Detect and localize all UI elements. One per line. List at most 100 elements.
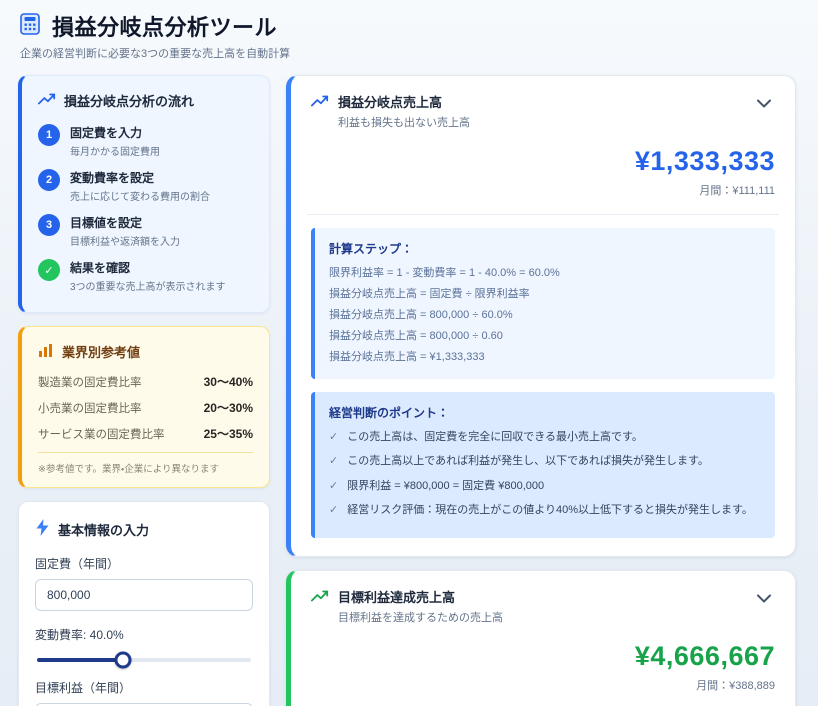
slider-thumb[interactable]	[114, 652, 131, 669]
management-point-text: この売上高以上であれば利益が発生し、以下であれば損失が発生します。	[347, 454, 709, 469]
step-label: 変動費率を設定	[70, 169, 210, 186]
target-profit-value: ¥4,666,667	[311, 641, 775, 672]
industry-row: 小売業の固定費比率 20〜30%	[38, 399, 253, 416]
industry-row-label: サービス業の固定費比率	[38, 426, 165, 442]
analysis-flow-panel: 損益分岐点分析の流れ 1 固定費を入力 毎月かかる固定費用 2 変動費率を設定 …	[18, 75, 270, 313]
flow-steps: 1 固定費を入力 毎月かかる固定費用 2 変動費率を設定 売上に応じて変わる費用…	[38, 124, 253, 293]
step-label: 固定費を入力	[70, 124, 160, 141]
chevron-down-icon	[757, 591, 771, 606]
step-description: 売上に応じて変わる費用の割合	[70, 188, 210, 203]
step-label: 目標値を設定	[70, 214, 180, 231]
flow-panel-title: 損益分岐点分析の流れ	[64, 91, 194, 110]
calc-step-line: 損益分岐点売上高 = 800,000 ÷ 60.0%	[329, 306, 761, 322]
industry-row: 製造業の固定費比率 30〜40%	[38, 373, 253, 390]
flow-step: 2 変動費率を設定 売上に応じて変わる費用の割合	[38, 169, 253, 203]
page-subtitle: 企業の経営判断に必要な3つの重要な売上高を自動計算	[20, 45, 796, 61]
variable-rate-field-group: 変動費率: 40.0%	[35, 626, 253, 662]
check-icon: ✓	[329, 454, 338, 469]
check-icon: ✓	[329, 430, 338, 445]
form-panel-title: 基本情報の入力	[58, 520, 149, 539]
step-number-badge: 3	[38, 214, 60, 236]
trend-up-icon	[311, 92, 329, 130]
fixed-cost-label: 固定費（年間）	[35, 555, 253, 572]
management-points-title: 経営判断のポイント：	[329, 404, 761, 421]
bar-chart-icon	[38, 343, 54, 361]
break-even-card-title: 損益分岐点売上高	[338, 92, 470, 111]
flow-step: 1 固定費を入力 毎月かかる固定費用	[38, 124, 253, 158]
industry-row-label: 小売業の固定費比率	[38, 400, 142, 416]
step-text: 変動費率を設定 売上に応じて変わる費用の割合	[70, 169, 210, 203]
check-icon: ✓	[329, 503, 338, 518]
calc-step-line: 限界利益率 = 1 - 変動費率 = 1 - 40.0% = 60.0%	[329, 264, 761, 280]
variable-rate-label: 変動費率: 40.0%	[35, 626, 253, 643]
calc-step-line: 損益分岐点売上高 = 800,000 ÷ 0.60	[329, 327, 761, 343]
chevron-down-icon	[757, 96, 771, 111]
calc-step-line: 損益分岐点売上高 = ¥1,333,333	[329, 348, 761, 364]
break-even-card-subtitle: 利益も損失も出ない売上高	[338, 114, 470, 130]
calc-step-line: 損益分岐点売上高 = 固定費 ÷ 限界利益率	[329, 285, 761, 301]
management-point-item: ✓ 経営リスク評価：現在の売上がこの値より40%以上低下すると損失が発生します。	[329, 503, 761, 518]
flow-panel-header: 損益分岐点分析の流れ	[38, 91, 253, 110]
calc-steps-title: 計算ステップ：	[329, 240, 761, 257]
trend-up-icon	[311, 587, 329, 625]
divider	[307, 214, 779, 215]
basic-info-form-panel: 基本情報の入力 固定費（年間） 変動費率: 40.0%	[18, 501, 270, 706]
step-number-badge: 2	[38, 169, 60, 191]
break-even-card: 損益分岐点売上高 利益も損失も出ない売上高 ¥1,333,333 月間：¥111…	[286, 75, 796, 557]
step-description: 3つの重要な売上高が表示されます	[70, 278, 226, 293]
industry-rows: 製造業の固定費比率 30〜40% 小売業の固定費比率 20〜30% サービス業の…	[38, 373, 253, 442]
calculator-icon	[18, 12, 42, 41]
check-icon: ✓	[329, 479, 338, 494]
step-description: 毎月かかる固定費用	[70, 143, 160, 158]
industry-row-value: 30〜40%	[204, 373, 253, 390]
calc-steps-list: 限界利益率 = 1 - 変動費率 = 1 - 40.0% = 60.0% 損益分岐…	[329, 264, 761, 364]
target-profit-card-subtitle: 目標利益を達成するための売上高	[338, 609, 503, 625]
industry-panel-title: 業界別参考値	[62, 342, 140, 361]
left-sidebar: 損益分岐点分析の流れ 1 固定費を入力 毎月かかる固定費用 2 変動費率を設定 …	[18, 75, 270, 706]
break-even-monthly-value: 月間：¥111,111	[311, 182, 775, 198]
break-even-collapse-button[interactable]	[753, 92, 775, 115]
management-point-item: ✓ この売上高以上であれば利益が発生し、以下であれば損失が発生します。	[329, 454, 761, 469]
step-label: 結果を確認	[70, 259, 226, 276]
management-point-item: ✓ この売上高は、固定費を完全に回収できる最小売上高です。	[329, 430, 761, 445]
bolt-icon	[35, 519, 50, 539]
results-column: 損益分岐点売上高 利益も損失も出ない売上高 ¥1,333,333 月間：¥111…	[286, 75, 796, 706]
target-profit-card-title: 目標利益達成売上高	[338, 587, 503, 606]
management-point-text: この売上高は、固定費を完全に回収できる最小売上高です。	[347, 430, 643, 445]
break-even-value: ¥1,333,333	[311, 146, 775, 177]
flow-step: ✓ 結果を確認 3つの重要な売上高が表示されます	[38, 259, 253, 293]
slider-fill	[37, 658, 123, 662]
break-even-analysis-page: 損益分岐点分析ツール 企業の経営判断に必要な3つの重要な売上高を自動計算 損益分…	[0, 0, 818, 706]
step-number-badge: ✓	[38, 259, 60, 281]
industry-reference-panel: 業界別参考値 製造業の固定費比率 30〜40% 小売業の固定費比率 20〜30%…	[18, 326, 270, 488]
form-panel-header: 基本情報の入力	[35, 519, 253, 539]
industry-row-label: 製造業の固定費比率	[38, 374, 142, 390]
management-point-item: ✓ 限界利益 = ¥800,000 = 固定費 ¥800,000	[329, 479, 761, 494]
management-points-panel: 経営判断のポイント： ✓ この売上高は、固定費を完全に回収できる最小売上高です。…	[311, 392, 775, 538]
break-even-calc-steps-panel: 計算ステップ： 限界利益率 = 1 - 変動費率 = 1 - 40.0% = 6…	[311, 228, 775, 379]
industry-panel-header: 業界別参考値	[38, 342, 253, 361]
target-profit-monthly-value: 月間：¥388,889	[311, 677, 775, 693]
page-title: 損益分岐点分析ツール	[52, 10, 277, 42]
step-text: 結果を確認 3つの重要な売上高が表示されます	[70, 259, 226, 293]
industry-row-value: 20〜30%	[204, 399, 253, 416]
industry-row-value: 25〜35%	[204, 425, 253, 442]
step-description: 目標利益や返済額を入力	[70, 233, 180, 248]
industry-row: サービス業の固定費比率 25〜35%	[38, 425, 253, 442]
step-text: 目標値を設定 目標利益や返済額を入力	[70, 214, 180, 248]
flow-step: 3 目標値を設定 目標利益や返済額を入力	[38, 214, 253, 248]
fixed-cost-field-group: 固定費（年間）	[35, 555, 253, 611]
fixed-cost-input[interactable]	[35, 579, 253, 611]
management-points-list: ✓ この売上高は、固定費を完全に回収できる最小売上高です。 ✓ この売上高以上で…	[329, 430, 761, 519]
target-profit-label: 目標利益（年間）	[35, 679, 253, 696]
management-point-text: 限界利益 = ¥800,000 = 固定費 ¥800,000	[347, 479, 544, 494]
step-number-badge: 1	[38, 124, 60, 146]
target-profit-collapse-button[interactable]	[753, 587, 775, 610]
target-profit-card: 目標利益達成売上高 目標利益を達成するための売上高 ¥4,666,667 月間：…	[286, 570, 796, 706]
industry-note: ※参考値です。業界・企業により異なります	[38, 452, 253, 475]
trend-up-icon	[38, 92, 56, 109]
step-text: 固定費を入力 毎月かかる固定費用	[70, 124, 160, 158]
target-profit-field-group: 目標利益（年間）	[35, 679, 253, 706]
variable-rate-slider[interactable]	[37, 658, 251, 662]
management-point-text: 経営リスク評価：現在の売上がこの値より40%以上低下すると損失が発生します。	[347, 503, 753, 518]
